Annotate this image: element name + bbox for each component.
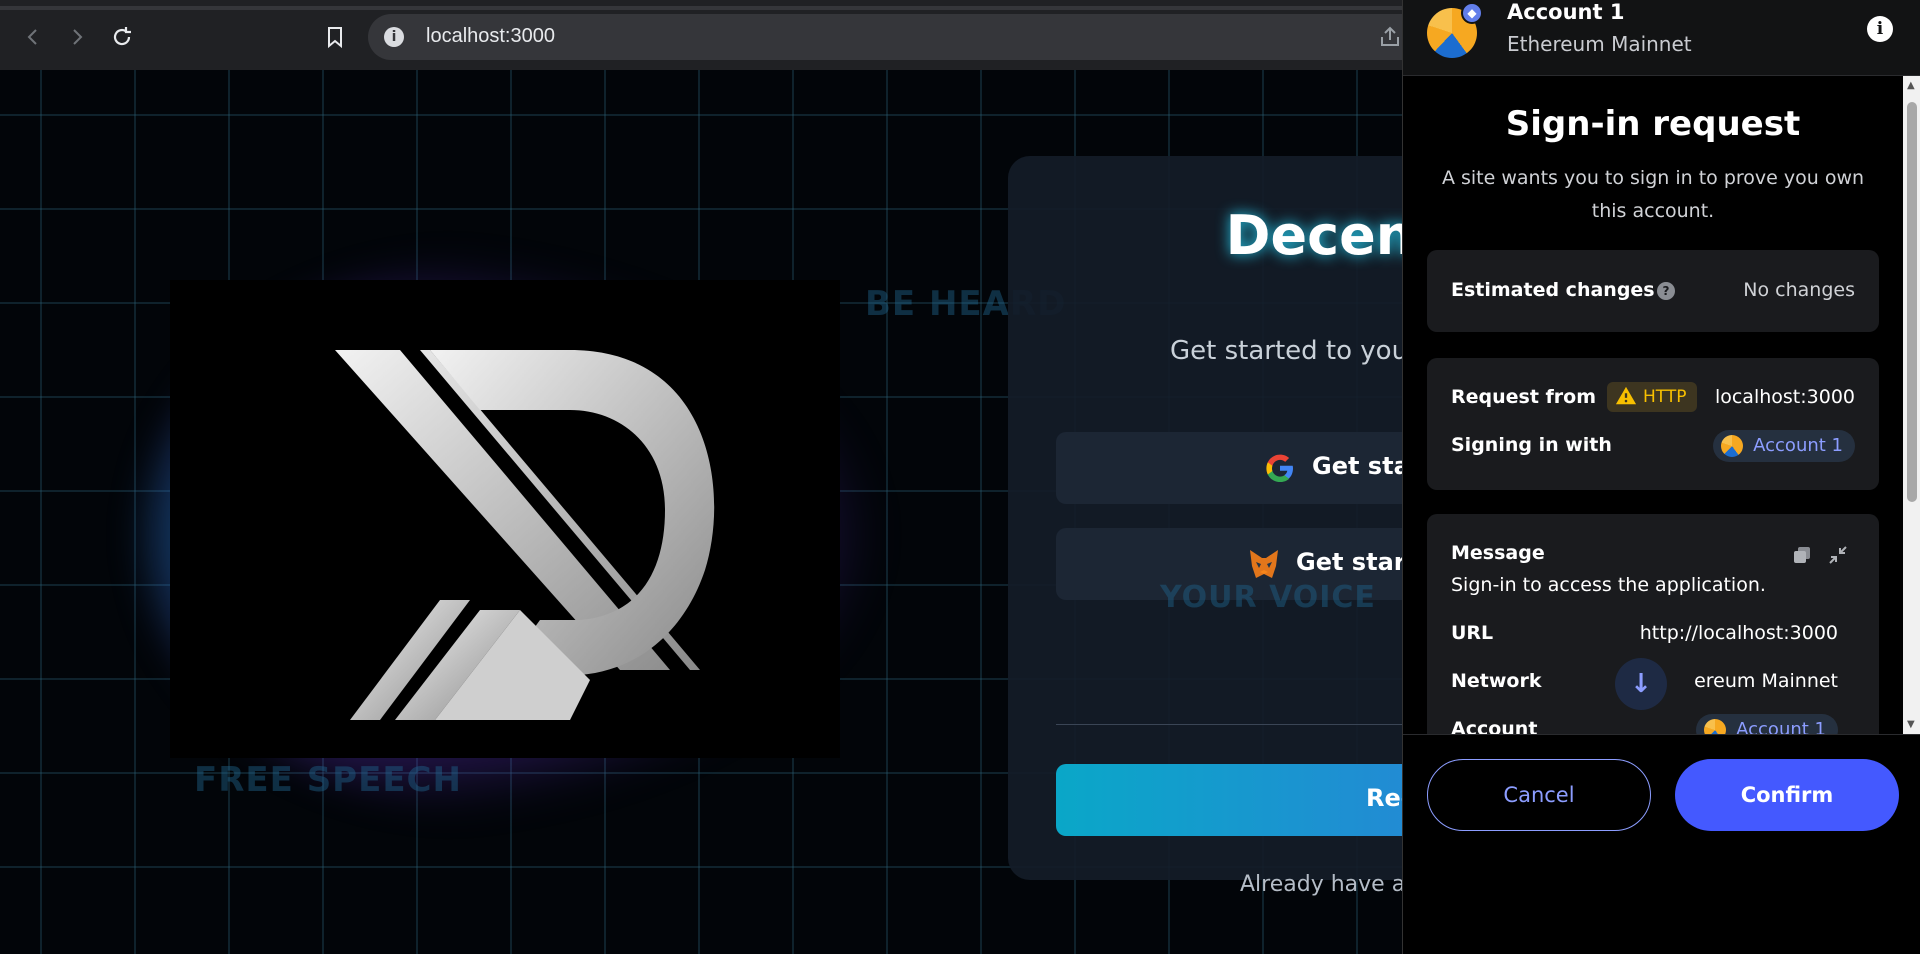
help-icon[interactable]: ? — [1657, 282, 1675, 300]
share-icon[interactable] — [1378, 25, 1402, 49]
signin-title: Sign-in request — [1505, 104, 1801, 144]
signin-description: A site wants you to sign in to prove you… — [1441, 167, 1865, 222]
back-arrow-icon[interactable] — [16, 20, 50, 54]
reload-icon[interactable] — [105, 20, 139, 54]
account-name: Account 1 — [1507, 0, 1625, 24]
request-from-label: Request from — [1451, 386, 1597, 408]
account-avatar-small — [1721, 435, 1744, 457]
network-name: Ethereum Mainnet — [1507, 32, 1692, 56]
metamask-footer: Cancel Confirm — [1403, 734, 1920, 954]
metamask-header: ◆ Account 1 Ethereum Mainnet i — [1403, 0, 1920, 76]
address-bar[interactable]: i localhost:3000 — [368, 14, 1428, 60]
bookmark-icon[interactable] — [318, 20, 352, 54]
signing-account-pill[interactable]: Account 1 — [1713, 430, 1855, 462]
estimated-changes-box: Estimated changes ? No changes — [1427, 250, 1879, 332]
ghost-text-free-speech: FREE SPEECH — [194, 760, 462, 800]
card-subtitle: Get started to your — [1170, 336, 1419, 366]
url-value: http://localhost:3000 — [1639, 622, 1838, 644]
site-info-icon[interactable]: i — [384, 27, 404, 47]
signing-in-with-label: Signing in with — [1451, 434, 1612, 456]
network-value: ereum Mainnet — [1694, 670, 1838, 692]
already-have-account-text: Already have a — [1240, 872, 1406, 897]
scrollbar[interactable]: ▲ ▼ — [1903, 76, 1920, 734]
scroll-down-arrow-icon[interactable]: ▼ — [1907, 719, 1915, 730]
signin-content[interactable]: Sign-in request A site wants you to sign… — [1403, 76, 1920, 734]
request-from-value: localhost:3000 — [1714, 386, 1855, 408]
scrollbar-thumb[interactable] — [1907, 102, 1917, 502]
scroll-down-icon[interactable]: ↓ — [1615, 658, 1667, 710]
message-value: Sign-in to access the application. — [1451, 574, 1766, 596]
metamask-fox-icon — [1250, 550, 1278, 578]
ethereum-network-icon: ◆ — [1461, 2, 1483, 24]
message-account-name: Account 1 — [1736, 719, 1826, 734]
signing-account-name: Account 1 — [1753, 435, 1843, 456]
ghost-text-your-voice: YOUR VOICE — [1160, 580, 1376, 615]
collapse-icon[interactable] — [1827, 544, 1849, 566]
message-label: Message — [1451, 542, 1545, 564]
url-text[interactable]: localhost:3000 — [426, 25, 555, 48]
url-label: URL — [1451, 622, 1494, 644]
metamask-popup: ◆ Account 1 Ethereum Mainnet i Sign-in r… — [1402, 0, 1920, 954]
estimated-changes-value: No changes — [1743, 279, 1855, 301]
scroll-up-arrow-icon[interactable]: ▲ — [1907, 80, 1915, 91]
account-label: Account — [1451, 718, 1538, 734]
info-icon[interactable]: i — [1867, 16, 1893, 42]
account-avatar-small — [1704, 719, 1727, 734]
estimated-changes-label: Estimated changes — [1451, 279, 1655, 301]
http-warning-badge: HTTP — [1607, 382, 1697, 412]
http-badge-label: HTTP — [1643, 387, 1687, 407]
confirm-button[interactable]: Confirm — [1675, 759, 1899, 831]
copy-icon[interactable] — [1791, 544, 1813, 566]
forward-arrow-icon[interactable] — [60, 20, 94, 54]
google-icon — [1266, 454, 1293, 482]
decentralpost-logo — [170, 280, 840, 758]
cancel-button[interactable]: Cancel — [1427, 759, 1651, 831]
request-details-box: Request from HTTP localhost:3000 Signing… — [1427, 358, 1879, 490]
message-account-pill[interactable]: Account 1 — [1696, 714, 1838, 734]
warning-icon — [1615, 386, 1637, 405]
network-label: Network — [1451, 670, 1542, 692]
